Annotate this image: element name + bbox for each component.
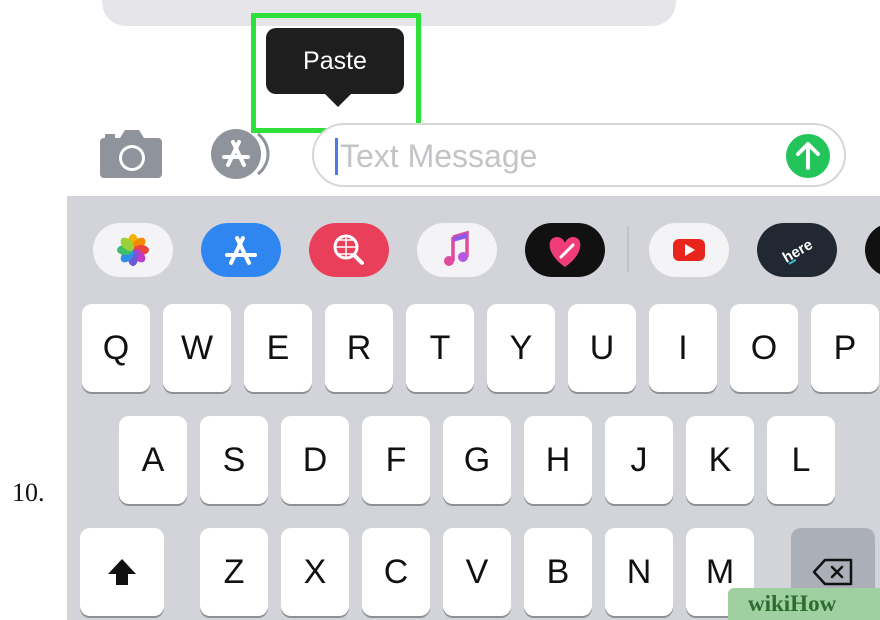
music-icon: [444, 230, 469, 266]
camera-button[interactable]: [98, 128, 164, 180]
text-cursor: [335, 138, 338, 175]
digital-touch-icon: [525, 223, 605, 277]
key-e[interactable]: E: [244, 304, 312, 392]
more-app-icon: [865, 223, 880, 277]
key-s[interactable]: S: [200, 416, 268, 504]
app-store-icon: [201, 223, 281, 277]
here-icon: here: [757, 223, 837, 277]
key-k[interactable]: K: [686, 416, 754, 504]
backspace-icon: [812, 558, 853, 586]
key-d[interactable]: D: [281, 416, 349, 504]
key-r[interactable]: R: [325, 304, 393, 392]
key-w[interactable]: W: [163, 304, 231, 392]
key-x[interactable]: X: [281, 528, 349, 616]
key-b[interactable]: B: [524, 528, 592, 616]
step-number: 10.: [12, 478, 45, 507]
message-placeholder: Text Message: [340, 138, 538, 174]
shift-arrow-icon: [108, 559, 136, 585]
send-button[interactable]: [786, 134, 830, 178]
key-g[interactable]: G: [443, 416, 511, 504]
key-y[interactable]: Y: [487, 304, 555, 392]
app-store-app-button[interactable]: [201, 223, 281, 277]
key-z[interactable]: Z: [200, 528, 268, 616]
more-app-button[interactable]: [865, 223, 880, 277]
key-l[interactable]: L: [767, 416, 835, 504]
camera-icon: [100, 130, 162, 178]
keyboard: here Q W E R T Y U I O P A S D F G H J K…: [67, 196, 880, 620]
key-h[interactable]: H: [524, 416, 592, 504]
music-app-button[interactable]: [417, 223, 497, 277]
drawer-divider: [627, 226, 629, 272]
key-q[interactable]: Q: [82, 304, 150, 392]
watermark: wikiHow: [728, 588, 880, 620]
key-i[interactable]: I: [649, 304, 717, 392]
youtube-icon: [673, 239, 705, 261]
photos-app-button[interactable]: [93, 223, 173, 277]
key-v[interactable]: V: [443, 528, 511, 616]
web-search-icon: [309, 223, 389, 277]
key-t[interactable]: T: [406, 304, 474, 392]
key-n[interactable]: N: [605, 528, 673, 616]
app-drawer: here: [67, 196, 880, 296]
key-o[interactable]: O: [730, 304, 798, 392]
photos-icon: [117, 234, 149, 266]
key-c[interactable]: C: [362, 528, 430, 616]
here-app-button[interactable]: here: [757, 223, 837, 277]
highlight-box: [251, 13, 421, 133]
key-a[interactable]: A: [119, 416, 187, 504]
up-arrow-icon: [796, 142, 820, 170]
key-u[interactable]: U: [568, 304, 636, 392]
shift-key[interactable]: [80, 528, 164, 616]
youtube-app-button[interactable]: [649, 223, 729, 277]
app-store-icon: [211, 129, 270, 179]
key-p[interactable]: P: [811, 304, 879, 392]
digital-touch-app-button[interactable]: [525, 223, 605, 277]
app-store-button[interactable]: [206, 128, 272, 180]
key-f[interactable]: F: [362, 416, 430, 504]
key-j[interactable]: J: [605, 416, 673, 504]
web-search-app-button[interactable]: [309, 223, 389, 277]
